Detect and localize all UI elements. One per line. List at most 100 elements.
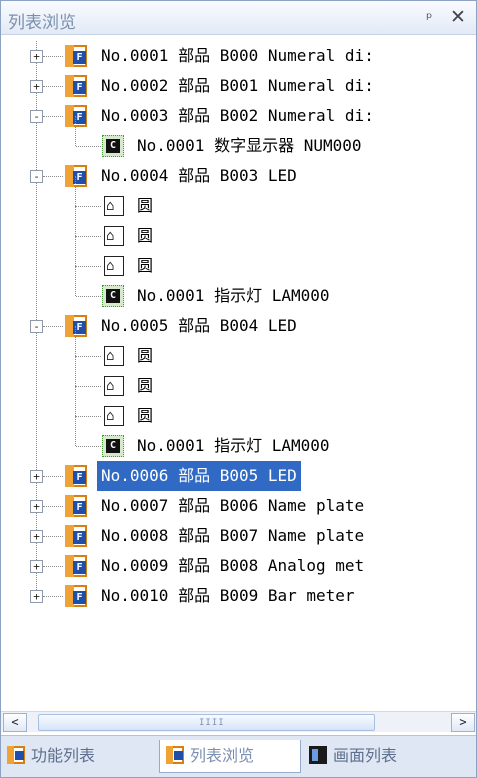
tree-connector bbox=[43, 536, 63, 537]
pin-icon[interactable]: ᵖ bbox=[426, 9, 432, 27]
tree-node-label[interactable]: No.0001 指示灯 LAM000 bbox=[137, 431, 330, 461]
tree-node-shape[interactable]: ⌂ 圆 bbox=[1, 356, 476, 401]
expand-toggle[interactable]: + bbox=[30, 80, 43, 93]
tree-connector bbox=[76, 356, 101, 357]
shape-icon-glyph: ⌂ bbox=[106, 408, 115, 424]
tree-node-label[interactable]: No.0004 部品 B003 LED bbox=[101, 161, 297, 191]
tree-node-label[interactable]: 圆 bbox=[137, 341, 153, 371]
scroll-right-button[interactable]: > bbox=[451, 713, 475, 732]
tree-node-label[interactable]: No.0001 部品 B000 Numeral di: bbox=[101, 41, 374, 71]
shape-icon: ⌂ bbox=[104, 346, 124, 366]
tree-connector bbox=[76, 296, 101, 297]
expand-toggle[interactable]: + bbox=[30, 560, 43, 573]
tree-node-label[interactable]: No.0010 部品 B009 Bar meter bbox=[101, 581, 355, 611]
tree-node-part[interactable]: - F No.0003 部品 B002 Numeral di: bbox=[1, 101, 476, 131]
tree-connector bbox=[76, 446, 101, 447]
tree-connector bbox=[76, 416, 101, 417]
part-icon: F bbox=[65, 75, 87, 97]
component-icon: C bbox=[102, 285, 124, 307]
shape-icon: ⌂ bbox=[104, 376, 124, 396]
tree-connector bbox=[75, 266, 76, 296]
tree-connector bbox=[43, 326, 63, 327]
shape-icon-glyph: ⌂ bbox=[106, 228, 115, 244]
component-icon-glyph: C bbox=[106, 439, 120, 453]
tree-connector bbox=[76, 206, 101, 207]
tree-connector bbox=[75, 326, 76, 356]
tree-node-part[interactable]: + F No.0007 部品 B006 Name plate bbox=[1, 491, 476, 521]
part-icon: F bbox=[65, 525, 87, 547]
tree-node-component[interactable]: C No.0001 数字显示器 NUM000 bbox=[1, 116, 476, 161]
shape-icon-glyph: ⌂ bbox=[106, 258, 115, 274]
part-icon-glyph: F bbox=[73, 531, 86, 544]
tree-node-part[interactable]: + F No.0008 部品 B007 Name plate bbox=[1, 521, 476, 551]
tree-node-label[interactable]: 圆 bbox=[137, 371, 153, 401]
part-icon-glyph: F bbox=[73, 591, 86, 604]
tab-list-browse[interactable]: 列表浏览 bbox=[159, 740, 301, 773]
tree-node-label[interactable]: No.0001 指示灯 LAM000 bbox=[137, 281, 330, 311]
tree-node-label[interactable]: No.0003 部品 B002 Numeral di: bbox=[101, 101, 374, 131]
tree-node-label-selected[interactable]: No.0006 部品 B005 LED bbox=[97, 461, 301, 491]
tree-node-label[interactable]: No.0002 部品 B001 Numeral di: bbox=[101, 71, 374, 101]
component-icon: C bbox=[102, 135, 124, 157]
collapse-toggle[interactable]: - bbox=[30, 110, 43, 123]
tree-connector bbox=[43, 596, 63, 597]
tree-connector bbox=[43, 86, 63, 87]
tree-connector bbox=[76, 236, 101, 237]
tree-node-label[interactable]: No.0007 部品 B006 Name plate bbox=[101, 491, 364, 521]
tree-node-shape[interactable]: ⌂ 圆 bbox=[1, 176, 476, 221]
expand-toggle[interactable]: + bbox=[30, 500, 43, 513]
close-icon[interactable]: ✕ bbox=[450, 6, 466, 28]
tree-connector bbox=[43, 506, 63, 507]
tree-node-shape[interactable]: ⌂ 圆 bbox=[1, 326, 476, 371]
tab-label: 功能列表 bbox=[31, 746, 96, 765]
component-icon-glyph: C bbox=[106, 289, 120, 303]
tree-node-label[interactable]: 圆 bbox=[137, 221, 153, 251]
tree-node-label[interactable]: 圆 bbox=[137, 401, 153, 431]
part-icon-glyph: F bbox=[73, 471, 86, 484]
expand-toggle[interactable]: + bbox=[30, 590, 43, 603]
scroll-left-button[interactable]: < bbox=[3, 713, 27, 732]
tree-node-label[interactable]: 圆 bbox=[137, 251, 153, 281]
part-icon: F bbox=[65, 165, 87, 187]
tree-node-label[interactable]: No.0005 部品 B004 LED bbox=[101, 311, 297, 341]
part-icon: F bbox=[65, 105, 87, 127]
shape-icon: ⌂ bbox=[104, 196, 124, 216]
tree-view[interactable]: + F No.0001 部品 B000 Numeral di: + F No.0002 部… bbox=[1, 41, 476, 701]
tree-node-component[interactable]: C No.0001 指示灯 LAM000 bbox=[1, 416, 476, 461]
tree-node-shape[interactable]: ⌂ 圆 bbox=[1, 236, 476, 281]
expand-toggle[interactable]: + bbox=[30, 530, 43, 543]
tab-label: 列表浏览 bbox=[190, 746, 255, 765]
tree-connector bbox=[75, 386, 76, 416]
tree-connector bbox=[76, 266, 101, 267]
tree-node-component[interactable]: C No.0001 指示灯 LAM000 bbox=[1, 266, 476, 311]
part-icon-glyph: F bbox=[73, 501, 86, 514]
tab-screen-list[interactable]: 画面列表 bbox=[309, 740, 459, 772]
tree-node-label[interactable]: No.0009 部品 B008 Analog met bbox=[101, 551, 364, 581]
shape-icon-glyph: ⌂ bbox=[106, 378, 115, 394]
tree-node-part[interactable]: + F No.0006 部品 B005 LED bbox=[1, 461, 476, 491]
tree-node-label[interactable]: No.0008 部品 B007 Name plate bbox=[101, 521, 364, 551]
scroll-thumb[interactable]: IIII bbox=[38, 714, 375, 731]
shape-icon: ⌂ bbox=[104, 256, 124, 276]
tree-node-part[interactable]: - F No.0004 部品 B003 LED bbox=[1, 161, 476, 191]
expand-toggle[interactable]: + bbox=[30, 470, 43, 483]
part-icon-glyph: F bbox=[73, 561, 86, 574]
tree-connector bbox=[76, 146, 101, 147]
horizontal-scrollbar[interactable]: < IIII > bbox=[1, 711, 476, 732]
tree-node-shape[interactable]: ⌂ 圆 bbox=[1, 386, 476, 431]
tree-node-part[interactable]: + F No.0009 部品 B008 Analog met bbox=[1, 551, 476, 581]
tree-node-part[interactable]: - F No.0005 部品 B004 LED bbox=[1, 311, 476, 341]
tree-node-part[interactable]: + F No.0001 部品 B000 Numeral di: bbox=[1, 41, 476, 71]
tree-node-shape[interactable]: ⌂ 圆 bbox=[1, 206, 476, 251]
expand-toggle[interactable]: + bbox=[30, 50, 43, 63]
collapse-toggle[interactable]: - bbox=[30, 170, 43, 183]
tree-node-label[interactable]: No.0001 数字显示器 NUM000 bbox=[137, 131, 362, 161]
tree-connector bbox=[75, 236, 76, 266]
tree-node-label[interactable]: 圆 bbox=[137, 191, 153, 221]
tree-node-part[interactable]: + F No.0002 部品 B001 Numeral di: bbox=[1, 71, 476, 101]
collapse-toggle[interactable]: - bbox=[30, 320, 43, 333]
tree-connector bbox=[75, 206, 76, 236]
tab-function-list[interactable]: 功能列表 bbox=[7, 740, 149, 772]
tree-node-part[interactable]: + F No.0010 部品 B009 Bar meter bbox=[1, 581, 476, 611]
tree-connector bbox=[75, 356, 76, 386]
